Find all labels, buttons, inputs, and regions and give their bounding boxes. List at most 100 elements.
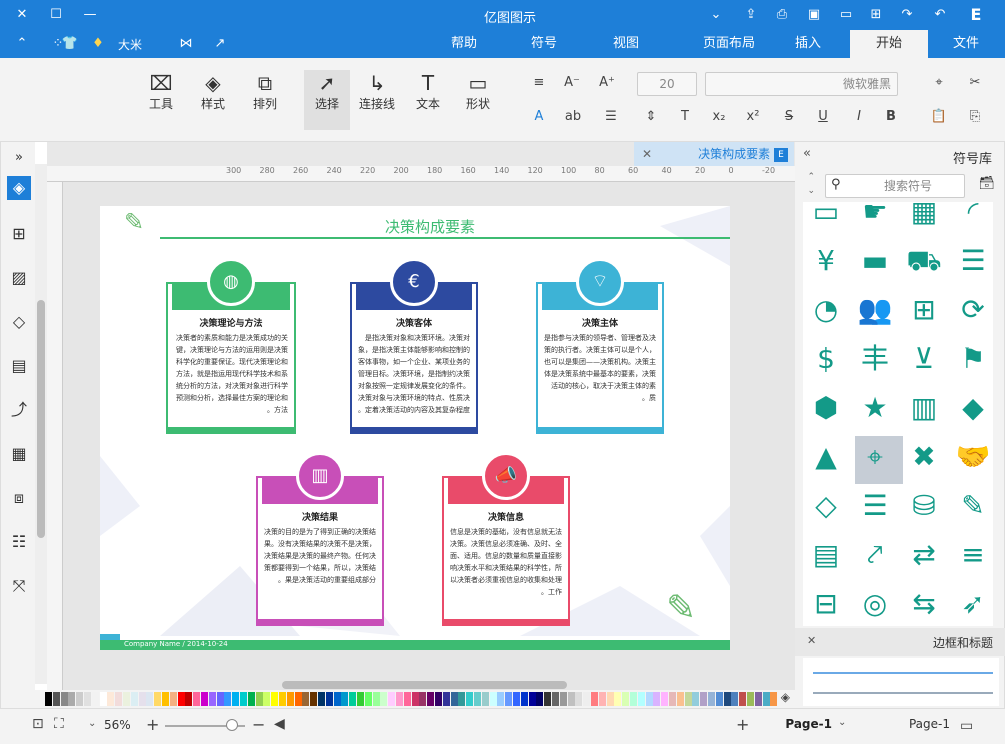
color-swatch[interactable] [450,692,458,706]
color-swatch[interactable] [669,692,676,706]
color-swatch[interactable] [302,692,310,706]
refresh-icon[interactable]: ⟳ [953,290,993,330]
color-swatch[interactable] [653,692,661,706]
color-swatch[interactable] [661,692,669,706]
color-swatch[interactable] [286,692,294,706]
color-swatch[interactable] [333,692,341,706]
color-swatch[interactable] [357,692,364,706]
font-name-select[interactable]: 微软雅黑 [705,72,898,96]
undo-icon[interactable]: ↶ [930,5,950,25]
color-swatch[interactable] [208,692,216,706]
cut-icon[interactable]: ✂ [964,72,986,94]
page-dropdown-icon[interactable]: ⌄ [838,717,846,728]
tools-icon[interactable]: ✖ [904,437,944,477]
color-swatch[interactable] [606,692,614,706]
color-swatch[interactable] [146,692,154,706]
outline-icon[interactable]: ⧈ [7,486,31,510]
color-swatch[interactable] [185,692,193,706]
apps-icon[interactable]: ⁘ [48,34,68,54]
color-swatch[interactable] [435,692,442,706]
panel-collapse-icon[interactable]: » [803,146,811,161]
color-swatch[interactable] [536,692,544,706]
color-swatch[interactable] [154,692,162,706]
color-swatch[interactable] [271,692,279,706]
page-tab[interactable]: Page-1 [772,717,832,737]
color-swatch[interactable] [388,692,396,706]
menu-home[interactable]: 开始 [850,30,928,58]
color-swatch[interactable] [692,692,700,706]
document-tab[interactable]: Ε 决策构成要素 ✕ [634,142,794,166]
horizontal-scroll-thumb[interactable] [282,681,567,689]
inbox-icon[interactable]: ⊻ [904,339,944,379]
warning-icon[interactable]: ▲ [806,437,846,477]
tools-button[interactable]: ⌧ 工具 [138,70,184,112]
table-icon[interactable]: ▦ [7,442,31,466]
rocket-icon[interactable]: ➶ [953,584,993,624]
color-swatch[interactable] [567,692,575,706]
text-direction-icon[interactable]: T [674,106,696,128]
hand-icon[interactable]: ☛ [855,202,895,232]
color-swatch[interactable] [497,692,505,706]
color-swatch[interactable] [193,692,201,706]
dropdown-icon[interactable]: ⌄ [706,5,726,25]
clock-icon[interactable]: ◔ [806,290,846,330]
color-swatch[interactable] [754,692,762,706]
color-swatch[interactable] [162,692,169,706]
color-swatch[interactable] [279,692,286,706]
fullscreen-icon[interactable]: ⛶ [54,716,64,732]
section-close-icon[interactable]: ✕ [807,634,816,647]
italic-icon[interactable]: I [848,106,870,128]
edit-icon[interactable]: ✎ [953,486,993,526]
fill-bucket-icon[interactable]: ◈ [772,690,790,708]
menu-view[interactable]: 视图 [600,30,652,58]
color-swatch[interactable] [123,692,130,706]
zoom-slider-thumb[interactable] [226,719,238,731]
fill-tool-icon[interactable]: ◈ [7,176,31,200]
color-swatch[interactable] [747,692,754,706]
grow-font-icon[interactable]: A⁺ [596,72,618,94]
diagram-title[interactable]: 决策构成要素 [350,216,510,237]
ribbon-icon[interactable]: ◜ [953,202,993,232]
color-swatch[interactable] [177,692,185,706]
color-swatch[interactable] [232,692,240,706]
sign-icon[interactable]: 丰 [855,339,895,379]
color-swatch[interactable] [107,692,115,706]
menu-help[interactable]: 帮助 [438,30,490,58]
user-name[interactable]: 大米 [118,36,142,53]
expand-icon[interactable]: » [7,146,31,170]
color-swatch[interactable] [52,692,60,706]
color-swatch[interactable] [630,692,637,706]
maximize-icon[interactable]: ☐ [46,5,66,25]
color-swatch[interactable] [520,692,528,706]
shrink-font-icon[interactable]: A⁻ [561,72,583,94]
feedback-icon[interactable]: ↗ [210,34,230,54]
color-swatch[interactable] [489,692,497,706]
bullseye-icon[interactable]: ◎ [855,584,895,624]
color-swatch[interactable] [739,692,747,706]
color-swatch[interactable] [676,692,684,706]
color-swatch[interactable] [60,692,68,706]
color-swatch[interactable] [294,692,302,706]
chart-tool-icon[interactable]: ⤴ [7,398,31,422]
share-icon[interactable]: ⋈ [176,34,196,54]
cube-icon[interactable]: ⬢ [806,388,846,428]
color-swatch[interactable] [427,692,435,706]
color-swatch[interactable] [622,692,630,706]
color-swatch[interactable] [583,692,591,706]
color-swatch[interactable] [247,692,255,706]
fit-icon[interactable]: ⤧ [7,574,31,598]
close-icon[interactable]: ✕ [12,5,32,25]
scroll-up-icon[interactable]: ⌃ [801,172,815,184]
color-swatch[interactable] [762,692,770,706]
print-icon[interactable]: ⎙ [772,5,792,25]
color-swatch[interactable] [411,692,419,706]
bar-chart-icon[interactable]: ▥ [904,388,944,428]
color-swatch[interactable] [513,692,520,706]
tab-close-icon[interactable]: ✕ [642,142,652,166]
redo-icon[interactable]: ↷ [897,5,917,25]
fit-page-icon[interactable]: ⊡ [32,716,44,732]
grid-icon[interactable]: ▦ [904,202,944,232]
swap-icon[interactable]: ⇆ [904,584,944,624]
color-swatch[interactable] [91,692,99,706]
color-swatch[interactable] [130,692,138,706]
